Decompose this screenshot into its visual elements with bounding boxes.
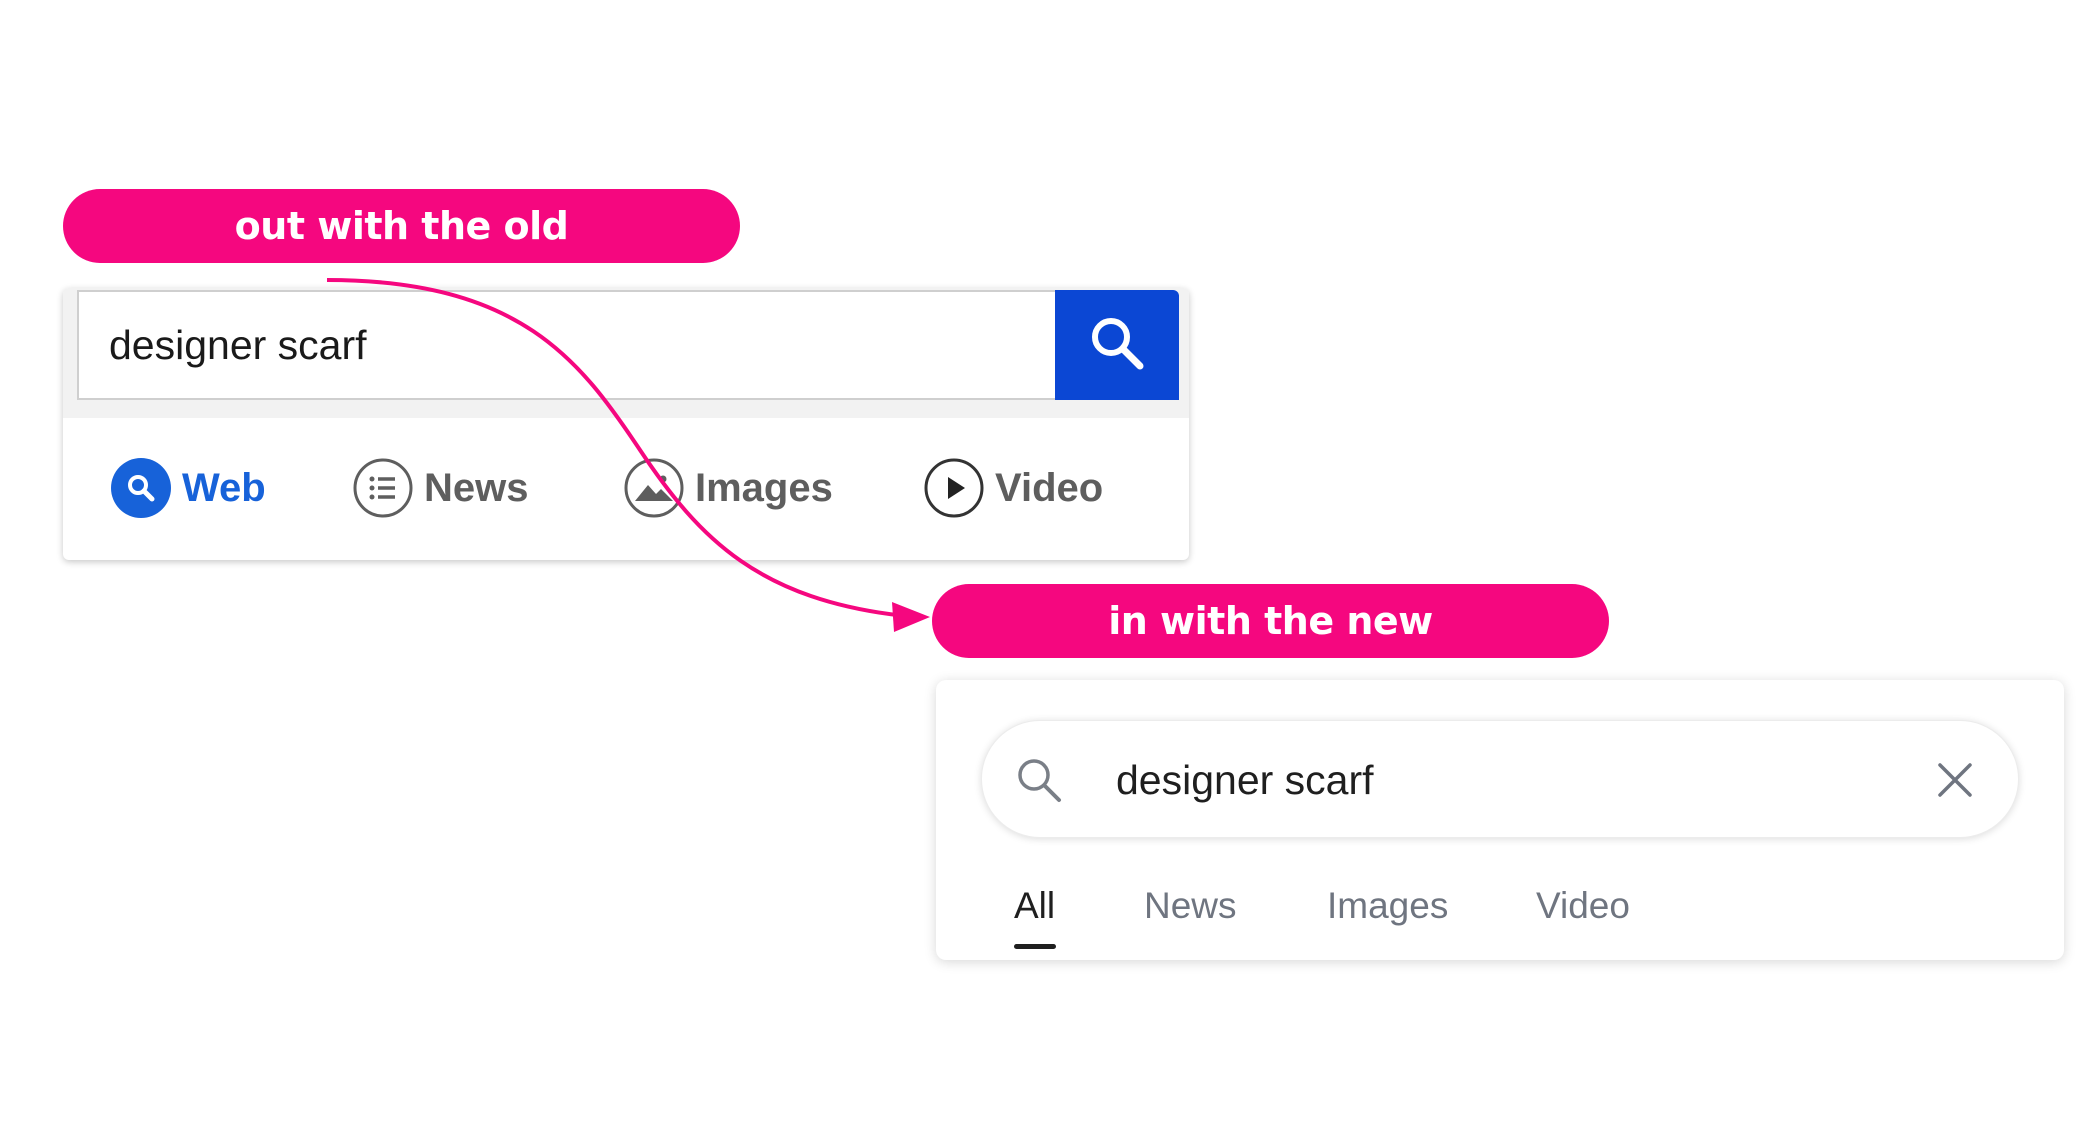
old-tab-video[interactable]: Video (923, 448, 1103, 528)
new-search-query: designer scarf (1116, 756, 1374, 803)
transition-arrow (326, 278, 930, 632)
new-search-widget: designer scarf All News Images Video (936, 680, 2064, 960)
news-list-icon (352, 457, 414, 519)
search-icon (1014, 755, 1064, 805)
old-search-button[interactable] (1055, 290, 1179, 400)
old-tab-images[interactable]: Images (623, 448, 833, 528)
old-search-bar: designer scarf (63, 288, 1189, 418)
old-tab-web[interactable]: Web (110, 448, 266, 528)
callout-old: out with the old (63, 189, 740, 263)
play-icon (923, 457, 985, 519)
old-search-input[interactable]: designer scarf (77, 290, 1059, 400)
old-tab-video-label: Video (995, 465, 1104, 510)
old-tab-bar: Web News Images Video (63, 418, 1189, 560)
old-tab-images-label: Images (695, 465, 833, 510)
old-tab-web-label: Web (182, 465, 266, 510)
close-icon[interactable] (1932, 757, 1978, 803)
callout-new-label: in with the new (1108, 599, 1433, 643)
new-search-input[interactable]: designer scarf (981, 720, 2019, 838)
active-tab-indicator (1014, 944, 1056, 949)
old-tab-news-label: News (424, 465, 529, 510)
image-icon (623, 457, 685, 519)
callout-new: in with the new (932, 584, 1609, 658)
old-search-widget: designer scarf Web News Images Video (63, 288, 1189, 560)
web-search-icon (110, 457, 172, 519)
old-tab-news[interactable]: News (352, 448, 529, 528)
callout-old-label: out with the old (234, 204, 569, 248)
new-tab-images[interactable]: Images (1327, 885, 1448, 927)
new-tab-video[interactable]: Video (1536, 885, 1630, 927)
new-tab-news[interactable]: News (1144, 885, 1237, 927)
magnifier-icon (1087, 313, 1147, 378)
new-tab-all[interactable]: All (1014, 885, 1055, 927)
old-search-query: designer scarf (109, 321, 367, 368)
